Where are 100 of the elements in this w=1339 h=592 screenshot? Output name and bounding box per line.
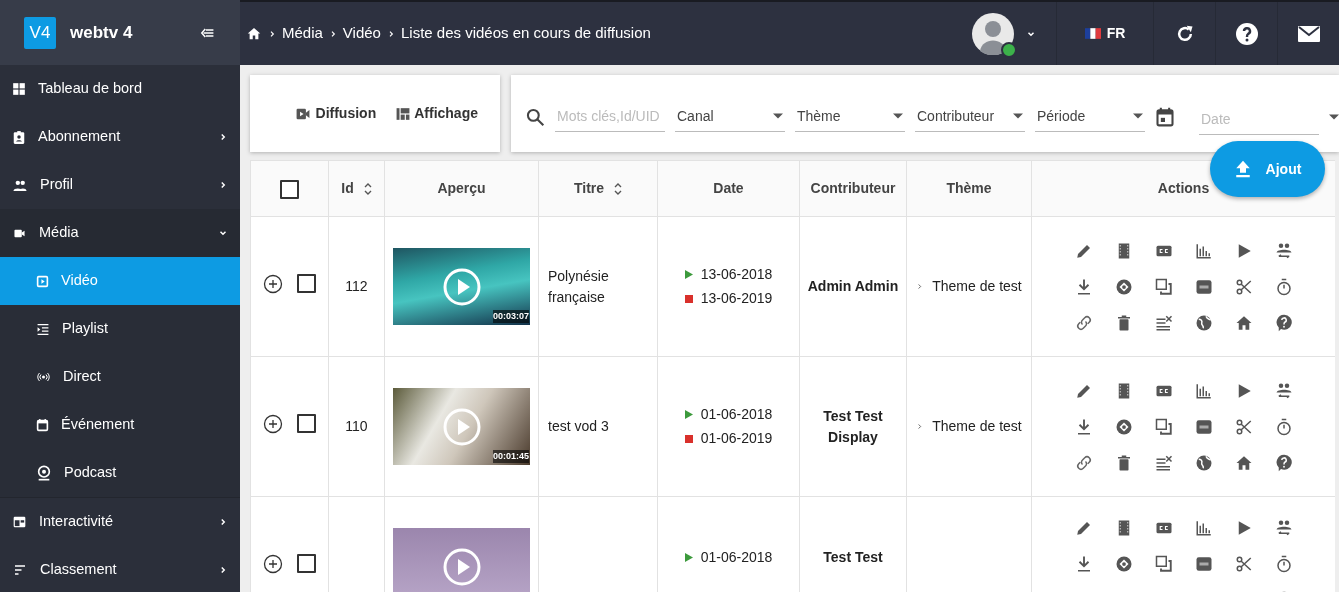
video-camera-icon xyxy=(12,227,27,239)
start-date: 01-06-2018 xyxy=(700,548,773,567)
bar-chart-icon[interactable] xyxy=(1194,519,1213,537)
calendar-icon[interactable] xyxy=(1155,105,1175,128)
sort-lines-icon xyxy=(12,564,28,576)
dropdown-caret-icon xyxy=(1133,113,1143,119)
sort-icon[interactable] xyxy=(363,183,372,196)
scissors-icon[interactable] xyxy=(1234,555,1253,573)
column-header[interactable]: Date xyxy=(713,180,744,196)
sidebar-item[interactable]: Média xyxy=(0,209,240,257)
search-icon xyxy=(525,106,545,127)
sidebar-item[interactable]: Tableau de bord xyxy=(0,65,240,113)
toolbar-button[interactable]: Affichage xyxy=(394,103,478,124)
help-icon[interactable] xyxy=(1274,313,1293,332)
people-swap-icon[interactable] xyxy=(1274,241,1293,260)
grid-icon xyxy=(12,82,26,96)
window-icon xyxy=(12,515,27,529)
duration-label: 00:01:45 xyxy=(492,449,529,463)
expand-row-icon[interactable] xyxy=(263,273,283,294)
help-icon xyxy=(1234,21,1259,46)
layers-icon[interactable] xyxy=(1154,417,1173,436)
row-checkbox[interactable] xyxy=(297,414,316,433)
people-swap-icon[interactable] xyxy=(1274,519,1293,537)
globe-icon[interactable] xyxy=(1194,313,1213,332)
play-circle-icon[interactable] xyxy=(441,266,482,307)
column-header[interactable]: Id xyxy=(341,180,372,196)
id-cell: 110 xyxy=(345,418,368,434)
expand-row-icon[interactable] xyxy=(263,553,283,574)
playlist-remove-icon[interactable] xyxy=(1154,453,1173,472)
sidebar-item[interactable]: Profil xyxy=(0,161,240,209)
breadcrumb-link[interactable]: Liste des vidéos en cours de diffusion xyxy=(400,22,651,45)
end-date: 13-06-2019 xyxy=(700,289,773,308)
layers-icon[interactable] xyxy=(1154,555,1173,573)
column-header[interactable]: Thème xyxy=(946,180,992,196)
logo-badge: V4 xyxy=(24,16,56,49)
breadcrumb-link[interactable]: Vidéo xyxy=(342,22,381,45)
podcast-icon xyxy=(36,465,52,481)
help-icon[interactable] xyxy=(1274,453,1293,472)
breadcrumb-link[interactable]: Média xyxy=(282,22,323,45)
column-header[interactable]: Actions xyxy=(1157,180,1210,196)
video-thumbnail[interactable] xyxy=(393,528,530,592)
stopwatch-icon[interactable] xyxy=(1274,555,1293,573)
sidebar-item[interactable]: Classement xyxy=(0,546,240,592)
column-header[interactable]: Aperçu xyxy=(437,180,486,196)
pencil-icon[interactable] xyxy=(1074,519,1093,537)
end-date: 01-06-2019 xyxy=(700,429,773,448)
start-date: 01-06-2018 xyxy=(700,405,773,424)
calendar-icon xyxy=(36,418,49,432)
video-thumbnail[interactable]: 00:01:45 xyxy=(393,388,530,465)
id-cell: 112 xyxy=(345,278,368,294)
play-circle-icon[interactable] xyxy=(441,546,482,587)
sidebar-subitem[interactable]: Événement xyxy=(0,401,240,449)
scissors-icon[interactable] xyxy=(1234,277,1253,296)
dropdown-caret-icon xyxy=(893,113,903,119)
expand-row-icon[interactable] xyxy=(263,413,283,434)
link-icon[interactable] xyxy=(1074,313,1093,332)
chevron-right-icon xyxy=(268,28,276,39)
sidebar-item[interactable]: Abonnement xyxy=(0,113,240,161)
broadcast-icon xyxy=(36,371,51,383)
title-cell: test vod 3 xyxy=(548,418,609,434)
contributor-cell: Test Test xyxy=(823,549,883,565)
sort-icon[interactable] xyxy=(614,183,623,196)
scissors-icon[interactable] xyxy=(1234,417,1253,436)
link-icon[interactable] xyxy=(1074,453,1093,472)
mail-icon xyxy=(1296,24,1321,43)
row-checkbox[interactable] xyxy=(297,554,316,573)
bar-chart-icon[interactable] xyxy=(1194,381,1213,400)
duration-label: 00:03:07 xyxy=(492,309,529,323)
playlist-remove-icon[interactable] xyxy=(1154,313,1173,332)
people-swap-icon[interactable] xyxy=(1274,381,1293,400)
avatar-silhouette xyxy=(972,12,1014,55)
sidebar-subitem[interactable]: Podcast xyxy=(0,449,240,497)
chevron-right-icon xyxy=(916,422,924,431)
theme-cell-text: Theme de test xyxy=(932,417,1022,436)
video-thumbnail[interactable]: 00:03:07 xyxy=(393,248,530,325)
sidebar-subitem[interactable]: Direct xyxy=(0,353,240,401)
language-button[interactable]: FR xyxy=(1056,2,1153,65)
select-all-checkbox[interactable] xyxy=(280,179,299,199)
upload-icon xyxy=(1233,159,1252,179)
sidebar-subitem[interactable]: Playlist xyxy=(0,305,240,353)
sidebar-item[interactable]: Interactivité xyxy=(0,498,240,546)
dropdown-caret-icon xyxy=(1013,113,1023,119)
stopwatch-icon[interactable] xyxy=(1274,417,1293,436)
start-triangle-icon xyxy=(684,410,693,419)
flag-icon xyxy=(1084,28,1101,39)
globe-icon[interactable] xyxy=(1194,453,1213,472)
row-checkbox[interactable] xyxy=(297,274,316,293)
column-header[interactable]: Titre xyxy=(573,180,623,196)
dropdown-caret-icon xyxy=(1329,113,1339,120)
home-icon[interactable] xyxy=(246,26,262,41)
dropdown-caret-icon xyxy=(773,113,783,119)
stopwatch-icon[interactable] xyxy=(1274,277,1293,296)
toolbar-button[interactable]: Diffusion xyxy=(291,103,377,124)
bar-chart-icon[interactable] xyxy=(1194,241,1213,260)
start-triangle-icon xyxy=(684,270,693,279)
theme-cell-text: Theme de test xyxy=(932,277,1022,296)
playlist-icon xyxy=(36,322,50,336)
people-icon xyxy=(12,179,28,191)
layers-icon[interactable] xyxy=(1154,277,1173,296)
contributor-cell: Test Test Display xyxy=(823,407,883,445)
